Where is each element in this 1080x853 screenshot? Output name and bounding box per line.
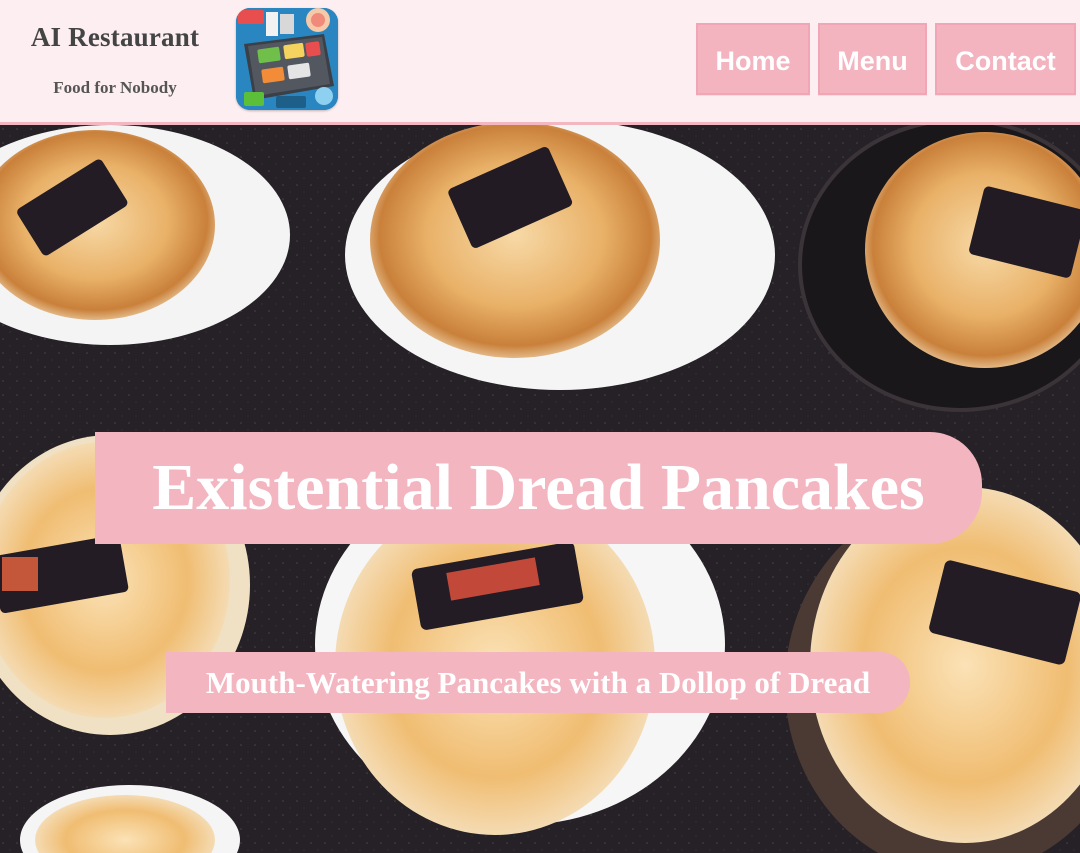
site-title: AI Restaurant bbox=[30, 22, 200, 52]
hero-subtitle: Mouth-Watering Pancakes with a Dollop of… bbox=[166, 652, 910, 713]
site-tagline: Food for Nobody bbox=[53, 78, 177, 97]
nav-menu-button[interactable]: Menu bbox=[818, 23, 927, 95]
restaurant-kitchen-grill-icon bbox=[236, 8, 338, 110]
hero-title: Existential Dread Pancakes bbox=[95, 432, 982, 544]
nav-home-button[interactable]: Home bbox=[696, 23, 810, 95]
main-nav: Home Menu Contact bbox=[696, 23, 1076, 99]
brand: AI Restaurant Food for Nobody bbox=[0, 0, 230, 122]
hero-section: Existential Dread Pancakes Mouth-Waterin… bbox=[0, 125, 1080, 853]
nav-contact-button[interactable]: Contact bbox=[935, 23, 1076, 95]
site-header: AI Restaurant Food for Nobody Home Menu … bbox=[0, 0, 1080, 125]
